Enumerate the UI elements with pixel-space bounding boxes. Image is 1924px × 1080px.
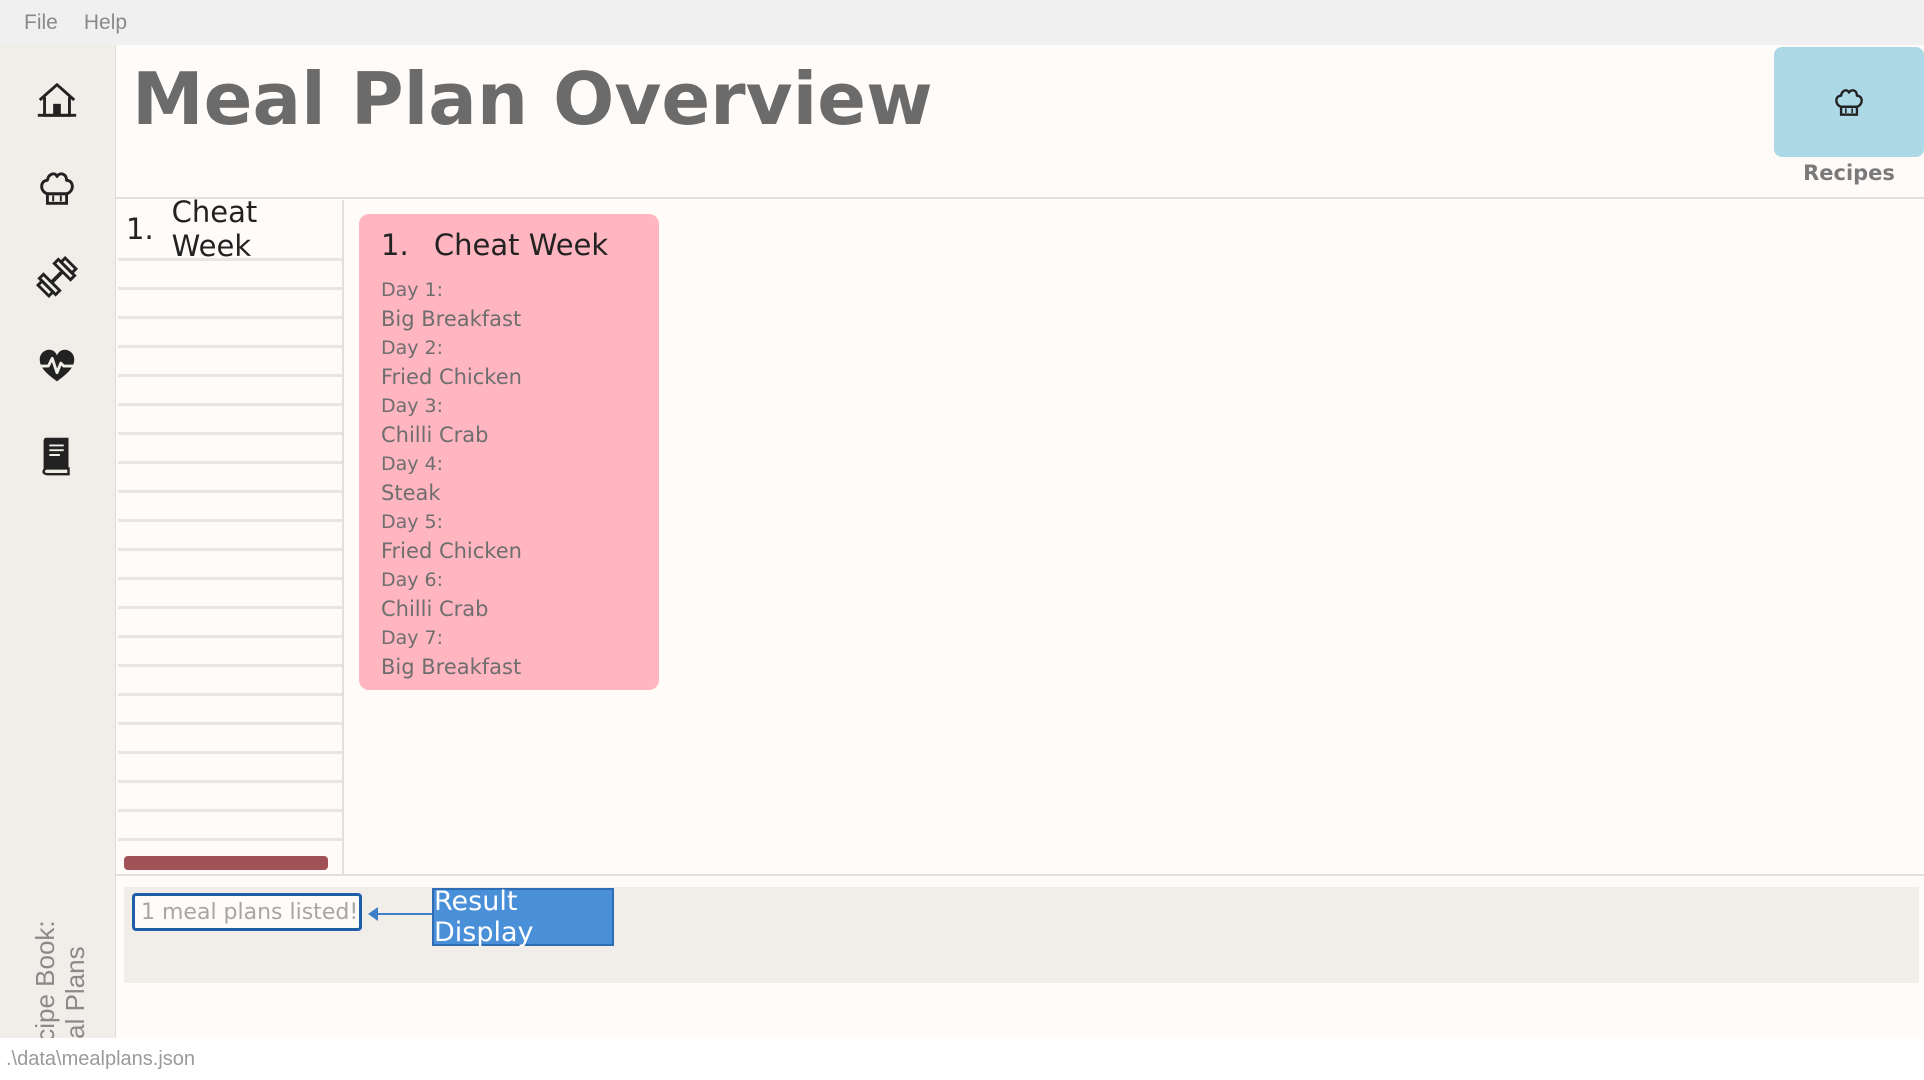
- day-label: Day 1:: [381, 279, 444, 301]
- menu-bar: File Help: [0, 0, 1924, 45]
- horizontal-scrollbar[interactable]: [124, 856, 328, 870]
- sidebar-item-book[interactable]: [22, 420, 92, 490]
- recipes-button[interactable]: [1774, 47, 1924, 157]
- day-label: Day 3:: [381, 395, 444, 417]
- menu-file[interactable]: File: [24, 11, 58, 35]
- list-empty-row: [118, 609, 342, 638]
- sidebar-item-recipes[interactable]: [22, 153, 92, 223]
- day-meal: Big Breakfast: [381, 655, 522, 679]
- meal-plan-list[interactable]: 1. Cheat Week: [118, 195, 344, 874]
- book-icon: [42, 437, 70, 476]
- home-icon: [37, 83, 77, 117]
- recipes-label: Recipes: [1803, 161, 1895, 185]
- day-label: Day 4:: [381, 453, 444, 475]
- header: Meal Plan Overview Recipes: [116, 45, 1924, 199]
- app-title-line1: Recipe Book:: [30, 920, 60, 1075]
- list-item-name: Cheat Week: [171, 195, 258, 263]
- day-meal: Big Breakfast: [381, 307, 522, 331]
- list-empty-row: [118, 783, 342, 812]
- arrow-line: [374, 913, 434, 915]
- list-empty-row: [118, 725, 342, 754]
- list-empty-row: [118, 522, 342, 551]
- sidebar-item-home[interactable]: [22, 65, 92, 135]
- card-index: 1.: [381, 228, 409, 262]
- result-display[interactable]: 1 meal plans listed!: [132, 893, 362, 931]
- list-empty-row: [118, 377, 342, 406]
- list-item[interactable]: 1. Cheat Week: [118, 195, 342, 263]
- list-empty-row: [118, 638, 342, 667]
- main-panel: Meal Plan Overview Recipes 1. Cheat Week…: [115, 45, 1924, 1038]
- day-label: Day 6:: [381, 569, 444, 591]
- list-empty-row: [118, 580, 342, 609]
- list-empty-row: [118, 261, 342, 290]
- list-empty-row: [118, 406, 342, 435]
- list-empty-rows: [118, 261, 342, 841]
- chef-hat-icon: [40, 172, 74, 205]
- meal-plan-card[interactable]: 1. Cheat Week Day 1: Big Breakfast Day 2…: [359, 214, 659, 690]
- divider: [116, 874, 1924, 876]
- day-meal: Fried Chicken: [381, 365, 522, 389]
- chef-hat-icon: [1835, 89, 1863, 116]
- list-empty-row: [118, 493, 342, 522]
- app-title-line2: Meal Plans: [60, 946, 90, 1075]
- card-days: Day 1: Big Breakfast Day 2: Fried Chicke…: [381, 276, 522, 682]
- save-location: .\data\mealplans.json: [6, 1047, 196, 1070]
- app-title: Recipe Book: Meal Plans: [30, 815, 120, 1075]
- list-empty-row: [118, 812, 342, 841]
- day-meal: Chilli Crab: [381, 423, 489, 447]
- card-name: Cheat Week: [433, 228, 609, 262]
- list-empty-row: [118, 348, 342, 377]
- heartbeat-icon: [37, 349, 77, 382]
- sidebar-item-fitness[interactable]: [22, 242, 92, 312]
- day-label: Day 7:: [381, 627, 444, 649]
- menu-help[interactable]: Help: [84, 11, 127, 35]
- sidebar-item-health[interactable]: [22, 331, 92, 401]
- day-label: Day 2:: [381, 337, 444, 359]
- list-empty-row: [118, 319, 342, 348]
- list-empty-row: [118, 290, 342, 319]
- page-title: Meal Plan Overview: [132, 57, 933, 141]
- status-bar: .\data\mealplans.json: [0, 1038, 1924, 1080]
- day-meal: Fried Chicken: [381, 539, 522, 563]
- dumbbell-icon: [35, 255, 79, 299]
- day-meal: Steak: [381, 481, 441, 505]
- list-empty-row: [118, 754, 342, 783]
- list-empty-row: [118, 696, 342, 725]
- list-empty-row: [118, 667, 342, 696]
- sidebar: Recipe Book: Meal Plans: [0, 45, 115, 1075]
- result-display-callout: Result Display: [432, 886, 614, 948]
- result-display-area: 1 meal plans listed! Result Display: [124, 886, 1919, 983]
- list-item-index: 1.: [126, 212, 154, 246]
- list-empty-row: [118, 464, 342, 493]
- day-label: Day 5:: [381, 511, 444, 533]
- list-empty-row: [118, 551, 342, 580]
- day-meal: Chilli Crab: [381, 597, 489, 621]
- list-empty-row: [118, 435, 342, 464]
- card-title: 1. Cheat Week: [381, 228, 608, 262]
